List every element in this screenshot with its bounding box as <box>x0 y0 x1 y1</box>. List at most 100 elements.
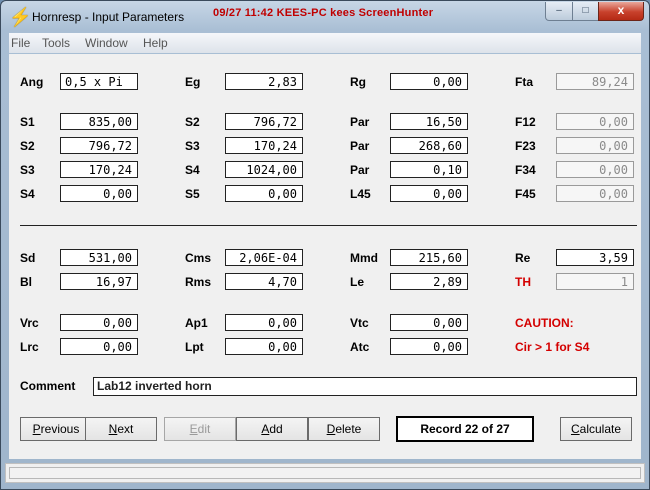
label-ap1: Ap1 <box>185 316 208 330</box>
menu-file[interactable]: File <box>11 36 30 50</box>
label-ang: Ang <box>20 75 44 89</box>
label-vtc: Vtc <box>350 316 369 330</box>
field-f34: 0,00 <box>556 161 634 178</box>
field-s3-col2[interactable]: 170,24 <box>225 137 303 154</box>
delete-button-label: elete <box>335 422 362 436</box>
field-s2-col2[interactable]: 796,72 <box>225 113 303 130</box>
delete-button[interactable]: Delete <box>308 417 380 441</box>
label-s2: S2 <box>20 139 35 153</box>
window-title: Hornresp - Input Parameters <box>32 10 185 24</box>
app-window: ⚡ Hornresp - Input Parameters 09/27 11:4… <box>0 0 650 490</box>
label-l45: L45 <box>350 187 371 201</box>
label-lpt: Lpt <box>185 340 204 354</box>
label-s5: S5 <box>185 187 200 201</box>
label-par-1: Par <box>350 115 370 129</box>
edit-button: Edit <box>164 417 236 441</box>
add-button-label: dd <box>269 422 283 436</box>
field-fta: 89,24 <box>556 73 634 90</box>
screenhunter-overlay: 09/27 11:42 KEES-PC kees ScreenHunter <box>213 7 434 19</box>
previous-button[interactable]: Previous <box>20 417 92 441</box>
status-panel <box>9 467 641 479</box>
calculate-button[interactable]: Calculate <box>560 417 632 441</box>
label-rms: Rms <box>185 275 212 289</box>
field-eg[interactable]: 2,83 <box>225 73 303 90</box>
label-s3-col2: S3 <box>185 139 200 153</box>
field-s4[interactable]: 0,00 <box>60 185 138 202</box>
field-vtc[interactable]: 0,00 <box>390 314 468 331</box>
field-s2[interactable]: 796,72 <box>60 137 138 154</box>
field-vrc[interactable]: 0,00 <box>60 314 138 331</box>
close-button[interactable]: x <box>598 2 644 21</box>
caution-message: Cir > 1 for S4 <box>515 340 590 354</box>
field-cms[interactable]: 2,06E-04 <box>225 249 303 266</box>
label-f45: F45 <box>515 187 536 201</box>
field-s3[interactable]: 170,24 <box>60 161 138 178</box>
calculate-button-label: alculate <box>579 422 622 436</box>
input-parameters-panel: Ang 0,5 x Pi Eg 2,83 Rg 0,00 Fta 89,24 S… <box>9 54 641 459</box>
menu-bar: File Tools Window Help <box>9 33 641 53</box>
field-mmd[interactable]: 215,60 <box>390 249 468 266</box>
field-s5[interactable]: 0,00 <box>225 185 303 202</box>
field-sd[interactable]: 531,00 <box>60 249 138 266</box>
label-re: Re <box>515 251 531 265</box>
label-s1: S1 <box>20 115 35 129</box>
edit-button-mnemonic: E <box>189 422 198 436</box>
label-lrc: Lrc <box>20 340 39 354</box>
field-ap1[interactable]: 0,00 <box>225 314 303 331</box>
add-button[interactable]: Add <box>236 417 308 441</box>
field-le[interactable]: 2,89 <box>390 273 468 290</box>
label-sd: Sd <box>20 251 36 265</box>
menu-tools[interactable]: Tools <box>42 36 70 50</box>
label-rg: Rg <box>350 75 366 89</box>
label-fta: Fta <box>515 75 533 89</box>
field-par-2[interactable]: 268,60 <box>390 137 468 154</box>
menu-help[interactable]: Help <box>143 36 168 50</box>
field-s1[interactable]: 835,00 <box>60 113 138 130</box>
field-rg[interactable]: 0,00 <box>390 73 468 90</box>
label-bl: Bl <box>20 275 32 289</box>
label-par-3: Par <box>350 163 370 177</box>
label-f34: F34 <box>515 163 536 177</box>
field-lpt[interactable]: 0,00 <box>225 338 303 355</box>
label-f12: F12 <box>515 115 536 129</box>
label-mmd: Mmd <box>350 251 378 265</box>
comment-label: Comment <box>20 379 76 393</box>
field-f23: 0,00 <box>556 137 634 154</box>
minimize-button[interactable]: – <box>545 2 573 21</box>
field-par-1[interactable]: 16,50 <box>390 113 468 130</box>
lightning-icon: ⚡ <box>9 7 32 27</box>
field-lrc[interactable]: 0,00 <box>60 338 138 355</box>
label-s3: S3 <box>20 163 35 177</box>
menu-window[interactable]: Window <box>85 36 128 50</box>
field-f45: 0,00 <box>556 185 634 202</box>
label-cms: Cms <box>185 251 212 265</box>
title-bar[interactable]: ⚡ Hornresp - Input Parameters 09/27 11:4… <box>1 1 649 33</box>
previous-button-mnemonic: P <box>32 422 41 436</box>
field-rms[interactable]: 4,70 <box>225 273 303 290</box>
field-bl[interactable]: 16,97 <box>60 273 138 290</box>
label-th: TH <box>515 275 531 289</box>
label-par-2: Par <box>350 139 370 153</box>
label-le: Le <box>350 275 365 289</box>
maximize-button[interactable]: □ <box>572 2 599 21</box>
field-l45[interactable]: 0,00 <box>390 185 468 202</box>
caution-title: CAUTION: <box>515 316 574 330</box>
label-atc: Atc <box>350 340 370 354</box>
comment-input[interactable]: Lab12 inverted horn <box>93 377 637 396</box>
record-indicator: Record 22 of 27 <box>396 416 534 442</box>
field-par-3[interactable]: 0,10 <box>390 161 468 178</box>
previous-button-label: revious <box>40 422 80 436</box>
section-divider <box>20 225 637 226</box>
field-th: 1 <box>556 273 634 290</box>
field-f12: 0,00 <box>556 113 634 130</box>
next-button[interactable]: Next <box>85 417 157 441</box>
label-s4-col2: S4 <box>185 163 200 177</box>
label-s4: S4 <box>20 187 35 201</box>
status-bar <box>5 463 645 483</box>
field-atc[interactable]: 0,00 <box>390 338 468 355</box>
edit-button-label: dit <box>197 422 211 436</box>
field-ang[interactable]: 0,5 x Pi <box>60 73 138 90</box>
field-re[interactable]: 3,59 <box>556 249 634 266</box>
label-s2-col2: S2 <box>185 115 200 129</box>
field-s4-col2[interactable]: 1024,00 <box>225 161 303 178</box>
